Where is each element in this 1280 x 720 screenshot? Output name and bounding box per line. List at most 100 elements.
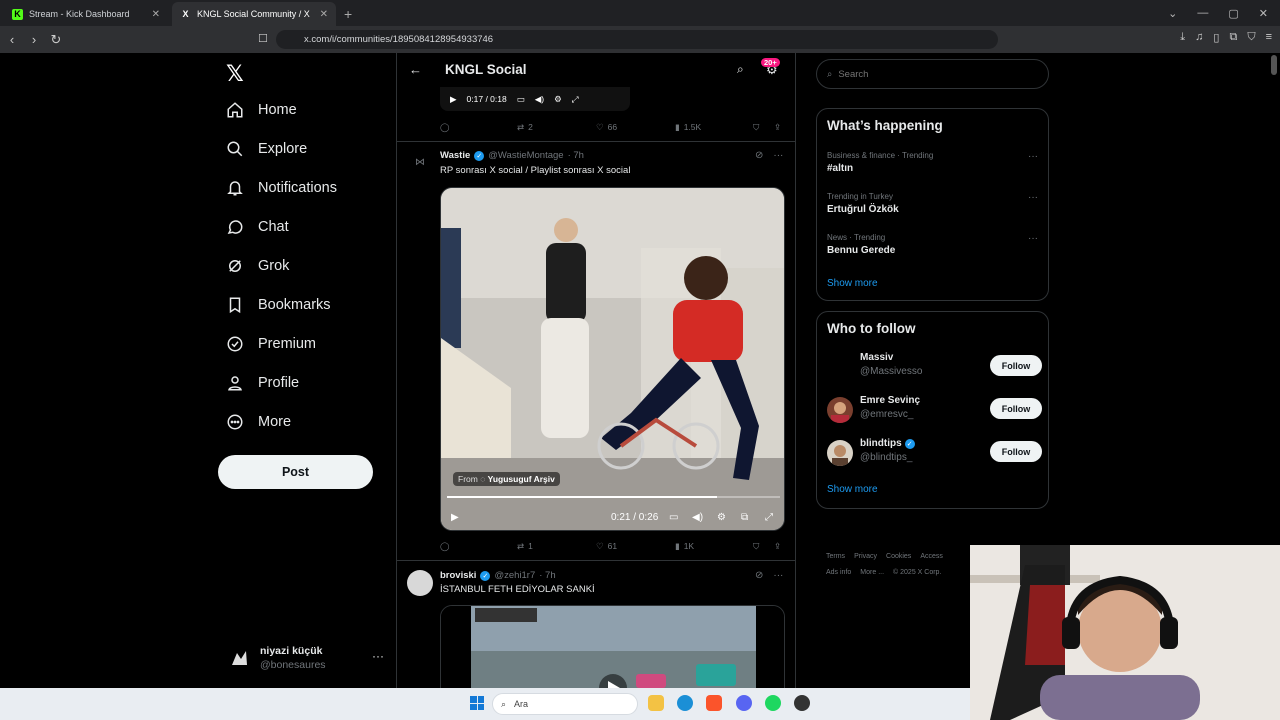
edge-icon[interactable]: [677, 695, 693, 711]
maximize-button[interactable]: ▢: [1228, 7, 1238, 20]
brave-icon[interactable]: [706, 695, 722, 711]
more-options-icon[interactable]: ···: [1028, 192, 1038, 203]
menu-icon[interactable]: ≡: [1266, 31, 1272, 44]
search-icon[interactable]: ⌕: [737, 62, 744, 77]
app-icon[interactable]: [794, 695, 810, 711]
share-button[interactable]: ⇪: [774, 541, 781, 552]
show-more-link[interactable]: Show more: [827, 484, 878, 495]
nav-item-premium[interactable]: Premium: [226, 335, 316, 353]
music-icon[interactable]: ♫: [1195, 31, 1203, 44]
video-source-label[interactable]: From ◌ Yugusuguf Arşiv: [453, 472, 560, 486]
reload-icon[interactable]: ↻: [46, 32, 66, 48]
post-author[interactable]: Wastie ✓ @WastieMontage · 7h: [440, 150, 584, 161]
back-arrow-icon[interactable]: ←: [409, 62, 422, 77]
fullscreen-icon[interactable]: ⤢: [572, 94, 579, 105]
trend-item[interactable]: Business & finance · Trending #altın ···: [827, 151, 1042, 174]
nav-item-explore[interactable]: Explore: [226, 140, 307, 158]
repost-button[interactable]: ⇄ 2: [517, 122, 533, 133]
extensions-icon[interactable]: ⧉: [1229, 31, 1237, 44]
footer-terms[interactable]: Terms: [826, 553, 845, 560]
post-button[interactable]: Post: [218, 455, 373, 489]
verified-badge-icon: ✓: [474, 150, 485, 161]
trend-item[interactable]: Trending in Turkey Ertuğrul Özkök ···: [827, 192, 1042, 215]
avatar[interactable]: [407, 570, 433, 596]
new-tab-button[interactable]: +: [344, 2, 352, 26]
footer-access[interactable]: Access: [920, 553, 943, 560]
follow-suggestion[interactable]: Emre Sevinç @emresvc_ Follow: [827, 395, 1042, 425]
volume-icon[interactable]: ◀): [692, 512, 703, 523]
more-options-icon[interactable]: ···: [1028, 233, 1038, 244]
shield-icon[interactable]: ⛉: [1247, 31, 1255, 44]
grok-icon[interactable]: ⊘: [755, 570, 763, 581]
post-author[interactable]: broviski ✓ @zehi1r7 · 7h: [440, 570, 556, 581]
bookmark-page-icon[interactable]: ☐: [258, 32, 268, 45]
nav-item-bookmarks[interactable]: Bookmarks: [226, 296, 331, 314]
nav-item-profile[interactable]: Profile: [226, 374, 299, 392]
grok-icon[interactable]: ⊘: [755, 150, 763, 161]
repost-button[interactable]: ⇄ 1: [517, 541, 533, 552]
follow-button[interactable]: Follow: [990, 355, 1042, 376]
captions-icon[interactable]: ▭: [669, 512, 678, 523]
video-progress-bar[interactable]: [447, 496, 780, 498]
more-options-icon[interactable]: ···: [773, 570, 783, 581]
footer-cookies[interactable]: Cookies: [886, 553, 911, 560]
follow-button[interactable]: Follow: [990, 441, 1042, 462]
forward-arrow-icon[interactable]: ›: [24, 32, 44, 47]
views-button[interactable]: ▮ 1K: [675, 541, 694, 552]
taskbar-search[interactable]: ⌕ Ara: [492, 693, 638, 715]
trend-item[interactable]: News · Trending Bennu Gerede ···: [827, 233, 1042, 256]
discord-icon[interactable]: [736, 695, 752, 711]
bookmark-button[interactable]: ⛉: [753, 541, 759, 552]
x-logo-icon[interactable]: 𝕏: [226, 61, 244, 87]
settings-icon[interactable]: ⚙: [554, 94, 562, 105]
reply-button[interactable]: ◯: [440, 122, 454, 133]
close-icon[interactable]: ✕: [320, 9, 328, 20]
nav-item-more[interactable]: More: [226, 413, 291, 431]
window-close-button[interactable]: ✕: [1259, 7, 1268, 20]
url-field[interactable]: x.com/i/communities/1895084128954933746: [276, 30, 998, 49]
follow-button[interactable]: Follow: [990, 398, 1042, 419]
fullscreen-icon[interactable]: ⤢: [765, 512, 773, 523]
pip-icon[interactable]: ⧉: [741, 512, 748, 523]
sidebar-icon[interactable]: ▯: [1213, 31, 1219, 44]
download-icon[interactable]: ⤓: [1180, 31, 1185, 44]
play-icon[interactable]: ▶: [450, 94, 457, 105]
footer-ads[interactable]: Ads info: [826, 569, 851, 576]
tab-x-community[interactable]: X KNGL Social Community / X ✕: [172, 2, 336, 26]
file-explorer-icon[interactable]: [648, 695, 664, 711]
bookmark-button[interactable]: ⛉: [753, 122, 759, 133]
spotify-icon[interactable]: [765, 695, 781, 711]
scrollbar-thumb[interactable]: [1271, 55, 1277, 75]
more-options-icon[interactable]: ···: [773, 150, 783, 161]
search-input[interactable]: [838, 68, 1029, 80]
views-button[interactable]: ▮ 1.5K: [675, 122, 701, 133]
share-button[interactable]: ⇪: [774, 122, 781, 133]
nav-item-notifications[interactable]: Notifications: [226, 179, 337, 197]
more-options-icon[interactable]: ···: [372, 649, 384, 663]
windows-start-icon[interactable]: [470, 696, 484, 710]
minimize-button[interactable]: —: [1197, 7, 1208, 19]
volume-icon[interactable]: ◀): [535, 94, 544, 105]
captions-icon[interactable]: ▭: [517, 94, 525, 105]
settings-icon[interactable]: ⚙: [717, 512, 726, 523]
nav-item-home[interactable]: Home: [226, 101, 297, 119]
follow-suggestion[interactable]: Massiv @Massivesso Follow: [827, 352, 1042, 382]
like-button[interactable]: ♡ 66: [596, 122, 617, 133]
post-video[interactable]: [440, 605, 785, 688]
like-button[interactable]: ♡ 61: [596, 541, 617, 552]
nav-item-chat[interactable]: Chat: [226, 218, 289, 236]
more-options-icon[interactable]: ···: [1028, 151, 1038, 162]
show-more-link[interactable]: Show more: [827, 278, 878, 289]
footer-more[interactable]: More ...: [860, 569, 884, 576]
footer-privacy[interactable]: Privacy: [854, 553, 877, 560]
post-video[interactable]: From ◌ Yugusuguf Arşiv ▶ 0:21 / 0:26 ▭ ◀…: [440, 187, 785, 531]
close-icon[interactable]: ✕: [152, 9, 160, 20]
account-switcher[interactable]: niyazi küçük @bonesaures ···: [228, 643, 388, 673]
nav-item-grok[interactable]: Grok: [226, 257, 289, 275]
follow-suggestion[interactable]: blindtips ✓ @blindtips_ Follow: [827, 438, 1042, 468]
back-arrow-icon[interactable]: ‹: [2, 32, 22, 47]
tab-list-icon[interactable]: ⌄: [1168, 7, 1177, 20]
tab-kick-dashboard[interactable]: K Stream - Kick Dashboard ✕: [4, 2, 168, 26]
play-icon[interactable]: ▶: [451, 512, 459, 523]
reply-button[interactable]: ◯: [440, 541, 450, 552]
